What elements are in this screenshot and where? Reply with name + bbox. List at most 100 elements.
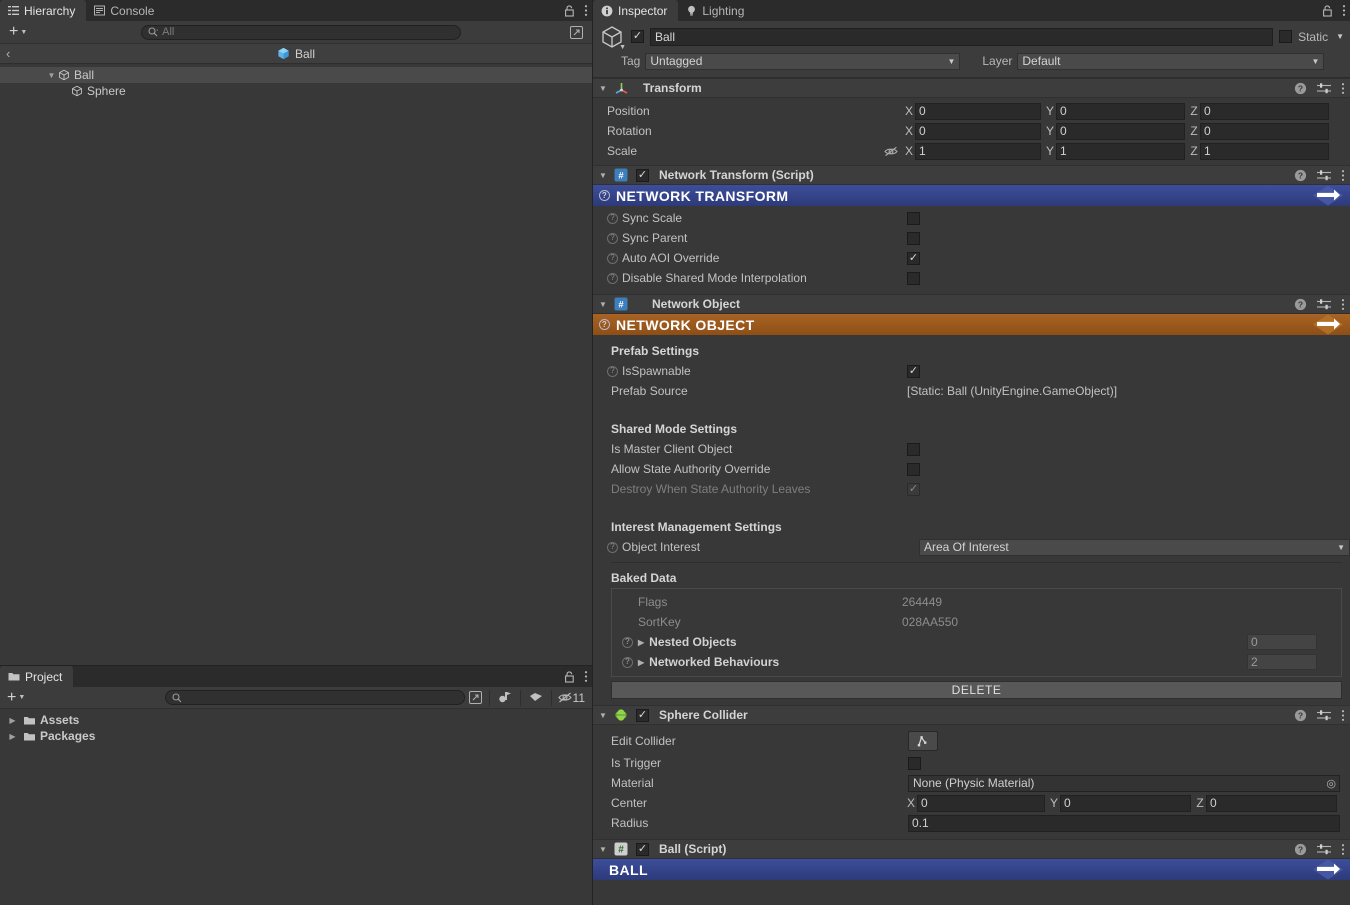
component-header-ball-script[interactable]: ▼ # ✓ Ball (Script) ?	[593, 839, 1350, 859]
tab-hierarchy[interactable]: Hierarchy	[0, 0, 87, 21]
tab-lighting[interactable]: Lighting	[678, 0, 756, 21]
preset-settings-icon[interactable]	[1317, 709, 1331, 722]
position-y-input[interactable]: 0	[1056, 102, 1185, 120]
kebab-menu-icon[interactable]	[1341, 298, 1345, 311]
help-icon[interactable]: ?	[599, 319, 610, 330]
foldout-arrow-icon[interactable]: ▶	[638, 638, 644, 647]
help-icon[interactable]: ?	[607, 365, 618, 377]
foldout-arrow-icon[interactable]: ▼	[598, 845, 608, 854]
tree-item-ball[interactable]: ▼ Ball	[0, 67, 592, 83]
help-icon[interactable]: ?	[1294, 82, 1307, 95]
preset-settings-icon[interactable]	[1317, 298, 1331, 311]
layer-dropdown[interactable]: Default ▼	[1017, 52, 1325, 70]
component-enabled-checkbox[interactable]: ✓	[636, 168, 649, 182]
kebab-menu-icon[interactable]	[584, 670, 588, 683]
help-icon[interactable]: ?	[599, 190, 610, 201]
project-row-assets[interactable]: ▶ Assets	[0, 712, 592, 728]
tag-dropdown[interactable]: Untagged ▼	[645, 52, 961, 70]
auto-aoi-override-checkbox[interactable]: ✓	[907, 251, 920, 265]
is-spawnable-checkbox[interactable]: ✓	[907, 364, 920, 378]
tab-console[interactable]: Console	[86, 0, 166, 21]
filter-by-label-icon[interactable]	[529, 692, 543, 704]
is-master-client-object-checkbox[interactable]: ✓	[907, 442, 920, 456]
center-x-input[interactable]: 0	[917, 794, 1045, 812]
help-icon[interactable]: ?	[1294, 843, 1307, 856]
scale-x-input[interactable]: 1	[915, 142, 1041, 160]
is-trigger-checkbox[interactable]: ✓	[908, 756, 921, 770]
preset-settings-icon[interactable]	[1317, 843, 1331, 856]
lock-icon[interactable]	[564, 4, 575, 17]
foldout-arrow-icon[interactable]: ▼	[598, 84, 608, 93]
networked-behaviours-count[interactable]: 2	[1247, 654, 1317, 670]
foldout-arrow-icon[interactable]: ▶	[6, 732, 19, 741]
kebab-menu-icon[interactable]	[1341, 82, 1345, 95]
static-dropdown-caret-icon[interactable]: ▼	[1336, 32, 1344, 41]
component-enabled-checkbox[interactable]: ✓	[636, 842, 649, 856]
kebab-menu-icon[interactable]	[1341, 709, 1345, 722]
preset-settings-icon[interactable]	[1317, 82, 1331, 95]
foldout-arrow-icon[interactable]: ▼	[598, 300, 608, 309]
component-header-network-transform[interactable]: ▼ # ✓ Network Transform (Script) ?	[593, 165, 1350, 185]
object-interest-dropdown[interactable]: Area Of Interest ▼	[919, 538, 1350, 556]
help-icon[interactable]: ?	[622, 656, 633, 668]
open-in-new-window-icon[interactable]	[468, 691, 482, 704]
lock-icon[interactable]	[1322, 4, 1333, 17]
static-checkbox[interactable]: ✓	[1279, 30, 1293, 43]
scale-y-input[interactable]: 1	[1056, 142, 1185, 160]
kebab-menu-icon[interactable]	[1342, 4, 1346, 17]
position-z-input[interactable]: 0	[1200, 102, 1329, 120]
chevron-down-icon[interactable]: ▼	[619, 44, 626, 51]
preset-settings-icon[interactable]	[1317, 169, 1331, 182]
sync-parent-checkbox[interactable]: ✓	[907, 231, 920, 245]
scale-z-input[interactable]: 1	[1200, 142, 1329, 160]
component-header-transform[interactable]: ▼ Transform ?	[593, 78, 1350, 98]
foldout-arrow-icon[interactable]: ▶	[638, 658, 644, 667]
foldout-arrow-icon[interactable]: ▼	[598, 711, 608, 720]
rotation-y-input[interactable]: 0	[1056, 122, 1185, 140]
help-icon[interactable]: ?	[622, 636, 633, 648]
gameobject-enabled-checkbox[interactable]: ✓	[631, 30, 644, 43]
hidden-items-icon[interactable]	[557, 691, 573, 704]
tree-item-sphere[interactable]: Sphere	[0, 83, 592, 99]
disable-shared-mode-interpolation-checkbox[interactable]: ✓	[907, 271, 920, 285]
open-in-new-window-icon[interactable]	[570, 25, 583, 39]
lock-icon[interactable]	[564, 670, 575, 683]
kebab-menu-icon[interactable]	[584, 4, 588, 17]
project-row-packages[interactable]: ▶ Packages	[0, 728, 592, 744]
foldout-arrow-icon[interactable]: ▶	[6, 716, 19, 725]
help-icon[interactable]: ?	[607, 541, 618, 553]
component-enabled-checkbox[interactable]: ✓	[636, 708, 649, 722]
help-icon[interactable]: ?	[607, 212, 618, 224]
help-icon[interactable]: ?	[607, 272, 618, 284]
hierarchy-add-button[interactable]: + ▼	[4, 24, 32, 41]
object-picker-icon[interactable]: ◎	[1326, 777, 1336, 790]
constrain-proportions-off-icon[interactable]	[879, 145, 903, 158]
help-icon[interactable]: ?	[1294, 298, 1307, 311]
project-search-input[interactable]	[164, 690, 465, 705]
tab-project[interactable]: Project	[0, 666, 74, 687]
nested-objects-count[interactable]: 0	[1247, 634, 1317, 650]
radius-input[interactable]: 0.1	[908, 814, 1340, 832]
foldout-arrow-icon[interactable]: ▼	[598, 171, 608, 180]
rotation-x-input[interactable]: 0	[915, 122, 1041, 140]
center-z-input[interactable]: 0	[1206, 794, 1337, 812]
breadcrumb-current[interactable]: Ball	[0, 47, 592, 61]
component-header-sphere-collider[interactable]: ▼ ✓ Sphere Collider ?	[593, 705, 1350, 725]
position-x-input[interactable]: 0	[915, 102, 1041, 120]
kebab-menu-icon[interactable]	[1341, 843, 1345, 856]
edit-collider-button[interactable]	[908, 731, 938, 751]
tab-inspector[interactable]: Inspector	[593, 0, 679, 21]
help-icon[interactable]: ?	[1294, 169, 1307, 182]
foldout-arrow-icon[interactable]: ▼	[45, 71, 58, 80]
kebab-menu-icon[interactable]	[1341, 169, 1345, 182]
center-y-input[interactable]: 0	[1060, 794, 1191, 812]
help-icon[interactable]: ?	[1294, 709, 1307, 722]
sync-scale-checkbox[interactable]: ✓	[907, 211, 920, 225]
gameobject-name-input[interactable]: Ball	[650, 27, 1274, 46]
project-add-button[interactable]: + ▼	[2, 689, 30, 706]
rotation-z-input[interactable]: 0	[1200, 122, 1329, 140]
delete-button[interactable]: DELETE	[611, 681, 1342, 699]
help-icon[interactable]: ?	[607, 252, 618, 264]
help-icon[interactable]: ?	[607, 232, 618, 244]
hierarchy-search-input[interactable]: All	[141, 24, 462, 40]
